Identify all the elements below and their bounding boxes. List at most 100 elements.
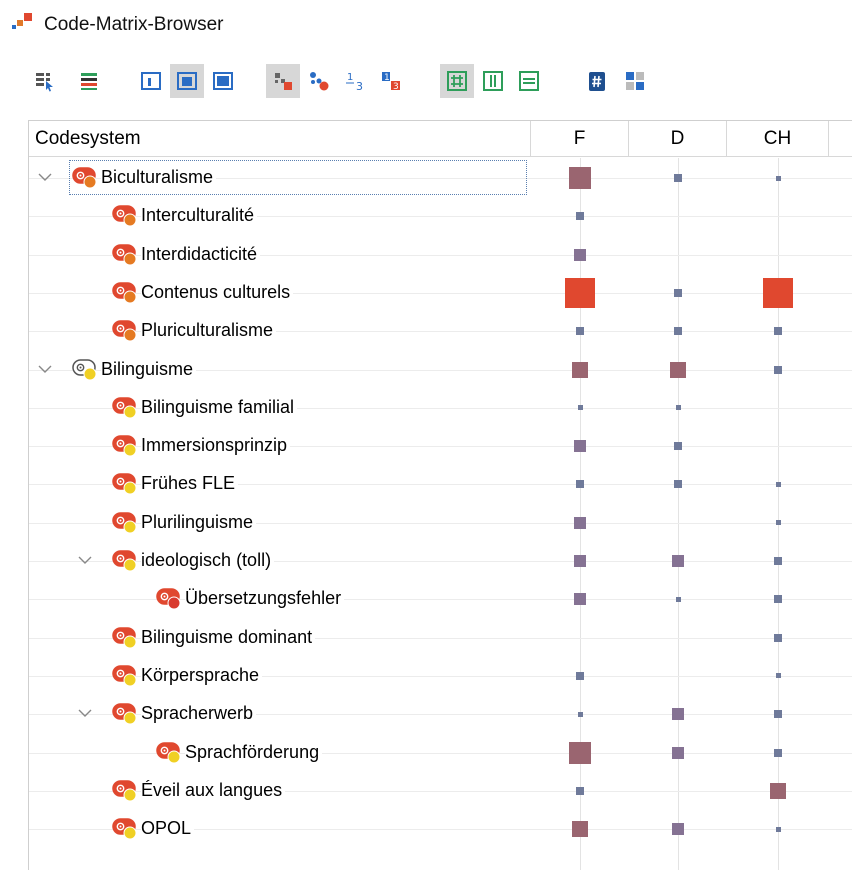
code-label[interactable]: Contenus culturels <box>141 281 294 303</box>
colored-lines-button[interactable] <box>72 64 106 98</box>
rows-view-button[interactable] <box>512 64 546 98</box>
column-header-f[interactable]: F <box>531 121 629 157</box>
matrix-cell-d-square[interactable] <box>672 746 684 759</box>
code-label[interactable]: Übersetzungsfehler <box>185 588 345 610</box>
matrix-cell-ch-square[interactable] <box>774 748 782 757</box>
code-label[interactable]: Immersionsprinzip <box>141 435 291 457</box>
code-row-eveil-aux-langues[interactable]: Éveil aux langues <box>29 772 852 810</box>
matrix-cell-f-square[interactable] <box>577 405 583 411</box>
code-row-contenus-culturels[interactable]: Contenus culturels <box>29 274 852 312</box>
matrix-cell-f-square[interactable] <box>565 277 595 308</box>
matrix-cell-ch-square[interactable] <box>774 633 782 642</box>
matrix-cell-d-square[interactable] <box>674 480 682 489</box>
code-row-interculturalite[interactable]: Interculturalité <box>29 197 852 235</box>
matrix-cell-f-square[interactable] <box>569 741 591 764</box>
code-row-immersionsprinzip[interactable]: Immersionsprinzip <box>29 427 852 465</box>
matrix-cell-f-square[interactable] <box>572 821 588 838</box>
matrix-cell-f-square[interactable] <box>574 555 586 567</box>
chevron-down-icon[interactable] <box>77 705 93 721</box>
matrix-cell-f-square[interactable] <box>576 480 584 489</box>
code-row-pluriculturalisme[interactable]: Pluriculturalisme <box>29 312 852 350</box>
matrix-cell-d-square[interactable] <box>674 174 682 182</box>
code-label[interactable]: Spracherwerb <box>141 703 257 725</box>
code-label[interactable]: Éveil aux langues <box>141 779 286 801</box>
matrix-cell-ch-square[interactable] <box>775 826 781 832</box>
matrix-cell-f-square[interactable] <box>576 212 584 221</box>
matrix-cell-f-square[interactable] <box>576 671 584 680</box>
chevron-down-icon[interactable] <box>77 552 93 568</box>
layout-medium-button[interactable] <box>170 64 204 98</box>
matrix-cell-d-square[interactable] <box>674 288 682 297</box>
matrix-cell-d-square[interactable] <box>675 405 681 411</box>
matrix-cell-d-square[interactable] <box>670 361 686 378</box>
matrix-cell-d-square[interactable] <box>672 555 684 567</box>
code-label[interactable]: Interculturalité <box>141 205 258 227</box>
matrix-cell-f-square[interactable] <box>569 167 591 189</box>
matrix-cell-f-square[interactable] <box>576 786 584 795</box>
code-label[interactable]: Bilinguisme familial <box>141 396 298 418</box>
code-row-fruhes-fle[interactable]: Frühes FLE <box>29 465 852 503</box>
select-tool-button[interactable] <box>28 64 62 98</box>
matrix-cell-f-square[interactable] <box>576 327 584 336</box>
code-row-bilinguisme[interactable]: Bilinguisme <box>29 351 852 389</box>
matrix-cell-f-square[interactable] <box>574 248 586 261</box>
code-row-sprachforderung[interactable]: Sprachförderung <box>29 734 852 772</box>
column-header-ch[interactable]: CH <box>727 121 829 157</box>
matrix-cell-ch-square[interactable] <box>763 277 793 308</box>
symbol-highlighted-numbers-button[interactable]: 13 <box>374 64 408 98</box>
matrix-cell-ch-square[interactable] <box>774 595 782 604</box>
matrix-cell-f-square[interactable] <box>577 711 583 717</box>
matrix-cell-d-square[interactable] <box>674 442 682 451</box>
grid-view-button[interactable] <box>440 64 474 98</box>
code-row-bilinguisme-familial[interactable]: Bilinguisme familial <box>29 389 852 427</box>
column-header-d[interactable]: D <box>629 121 727 157</box>
columns-view-button[interactable] <box>476 64 510 98</box>
matrix-cell-d-square[interactable] <box>672 708 684 721</box>
matrix-cell-f-square[interactable] <box>574 440 586 453</box>
matrix-cell-ch-square[interactable] <box>775 673 781 679</box>
code-row-ubersetzungsfehler[interactable]: Übersetzungsfehler <box>29 580 852 618</box>
hash-button[interactable] <box>580 64 614 98</box>
layout-wide-button[interactable] <box>206 64 240 98</box>
code-row-korpersprache[interactable]: Körpersprache <box>29 657 852 695</box>
matrix-cell-d-square[interactable] <box>674 327 682 336</box>
matrix-cell-ch-square[interactable] <box>774 365 782 374</box>
code-label[interactable]: Körpersprache <box>141 664 263 686</box>
codesystem-column-header[interactable]: Codesystem <box>29 121 531 157</box>
code-label[interactable]: OPOL <box>141 818 195 840</box>
code-row-plurilinguisme[interactable]: Plurilinguisme <box>29 504 852 542</box>
matrix-cell-ch-square[interactable] <box>775 481 781 487</box>
code-row-biculturalisme[interactable]: Biculturalisme <box>29 159 852 197</box>
code-label[interactable]: Interdidacticité <box>141 243 261 265</box>
chevron-down-icon[interactable] <box>37 361 53 377</box>
chevron-down-icon[interactable] <box>37 169 53 185</box>
code-row-interdidacticite[interactable]: Interdidacticité <box>29 236 852 274</box>
code-row-ideologisch-toll[interactable]: ideologisch (toll) <box>29 542 852 580</box>
code-row-bilinguisme-dominant[interactable]: Bilinguisme dominant <box>29 619 852 657</box>
symbol-numbers-button[interactable]: 13 <box>338 64 372 98</box>
matrix-cell-ch-square[interactable] <box>774 557 782 565</box>
matrix-cell-d-square[interactable] <box>675 596 681 602</box>
matrix-cell-ch-square[interactable] <box>775 520 781 526</box>
matrix-cell-ch-square[interactable] <box>774 327 782 336</box>
code-row-spracherwerb[interactable]: Spracherwerb <box>29 695 852 733</box>
layout-narrow-button[interactable] <box>134 64 168 98</box>
code-label[interactable]: Plurilinguisme <box>141 511 257 533</box>
code-label[interactable]: Bilinguisme <box>101 358 197 380</box>
matrix-cell-ch-square[interactable] <box>774 710 782 719</box>
matrix-cell-f-square[interactable] <box>574 593 586 606</box>
code-label[interactable]: Sprachförderung <box>185 741 323 763</box>
code-label[interactable]: Bilinguisme dominant <box>141 626 316 648</box>
matrix-numbers-button[interactable] <box>618 64 652 98</box>
symbol-circles-button[interactable] <box>302 64 336 98</box>
code-row-opol[interactable]: OPOL <box>29 810 852 848</box>
code-label[interactable]: ideologisch (toll) <box>141 550 275 571</box>
matrix-cell-ch-square[interactable] <box>770 782 786 799</box>
symbol-squares-button[interactable] <box>266 64 300 98</box>
code-label[interactable]: Frühes FLE <box>141 473 239 495</box>
matrix-cell-ch-square[interactable] <box>775 175 781 181</box>
matrix-cell-f-square[interactable] <box>572 361 588 378</box>
code-label[interactable]: Pluriculturalisme <box>141 320 277 342</box>
matrix-cell-d-square[interactable] <box>672 823 684 836</box>
matrix-cell-f-square[interactable] <box>574 516 586 529</box>
